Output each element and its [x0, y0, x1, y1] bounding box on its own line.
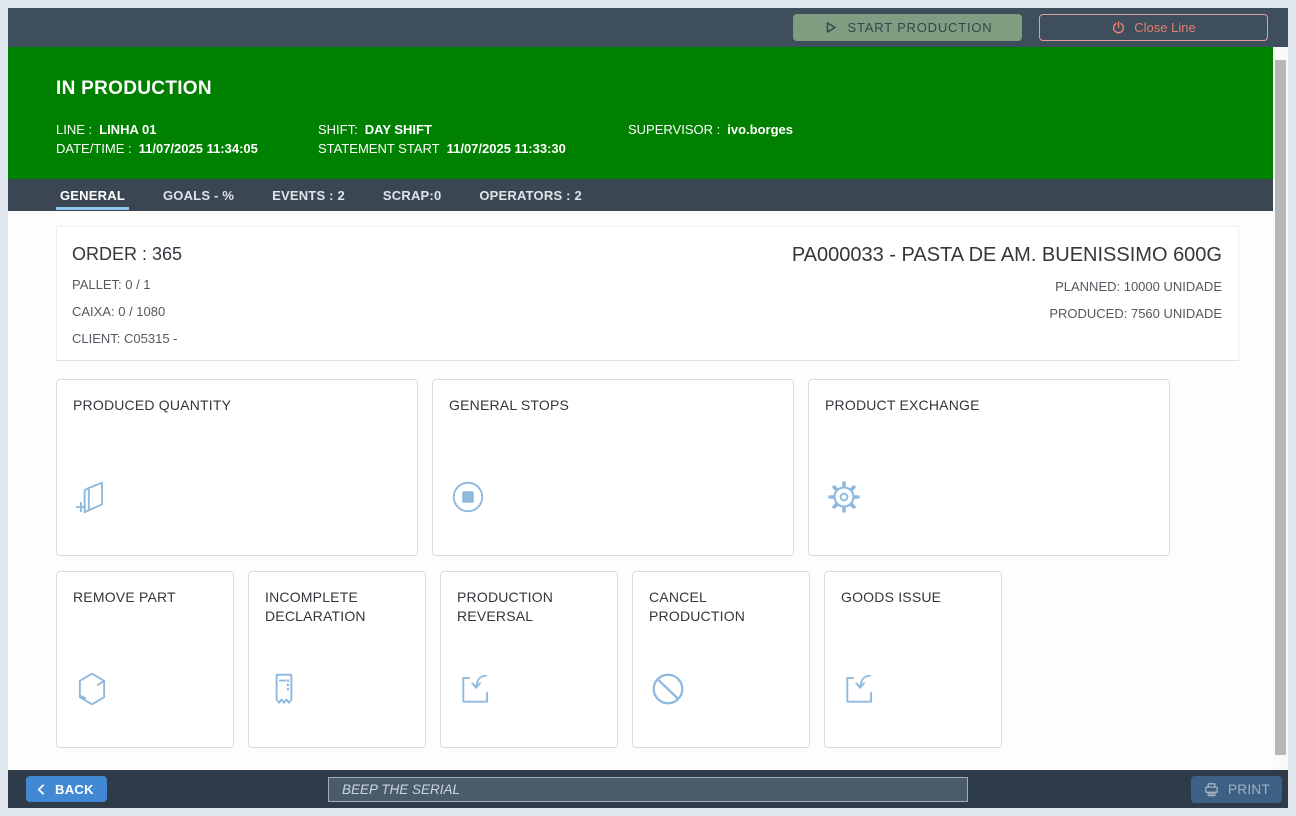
incomplete-declaration-tile[interactable]: INCOMPLETE DECLARATION	[248, 571, 426, 748]
power-icon	[1111, 20, 1126, 35]
tab-general[interactable]: GENERAL	[56, 179, 129, 211]
status-banner: IN PRODUCTION LINE :LINHA 01 DATE/TIME :…	[8, 47, 1273, 179]
line-info: LINE :LINHA 01	[56, 121, 318, 140]
close-line-button[interactable]: Close Line	[1039, 14, 1268, 41]
supervisor-info: SUPERVISOR :ivo.borges	[628, 121, 1253, 140]
print-button[interactable]: PRINT	[1191, 776, 1282, 803]
product-title: PA000033 - PASTA DE AM. BUENISSIMO 600G	[792, 244, 1222, 267]
back-button[interactable]: BACK	[26, 776, 107, 802]
order-number: ORDER : 365	[72, 244, 182, 265]
tab-bar: GENERAL GOALS - % EVENTS : 2 SCRAP:0 OPE…	[8, 179, 1273, 211]
production-info: LINE :LINHA 01 DATE/TIME :11/07/2025 11:…	[56, 121, 1253, 158]
primary-action-tiles: PRODUCED QUANTITY GENERAL STOPS	[56, 379, 1239, 556]
vertical-scrollbar	[1273, 47, 1288, 770]
production-reversal-tile[interactable]: PRODUCTION REVERSAL	[440, 571, 618, 748]
start-production-button[interactable]: START PRODUCTION	[793, 14, 1022, 41]
print-label: PRINT	[1228, 782, 1270, 797]
tab-scrap[interactable]: SCRAP:0	[379, 179, 445, 211]
shift-info: SHIFT:DAY SHIFT	[318, 121, 628, 140]
datetime-info: DATE/TIME :11/07/2025 11:34:05	[56, 140, 318, 159]
tab-goals[interactable]: GOALS - %	[159, 179, 238, 211]
production-status-title: IN PRODUCTION	[56, 78, 1253, 100]
produced-quantity-tile[interactable]: PRODUCED QUANTITY	[56, 379, 418, 556]
gear-icon	[825, 478, 863, 516]
secondary-action-tiles: REMOVE PART INCOMPLETE DECLARATION	[56, 571, 1239, 748]
client-code: CLIENT: C05315 -	[72, 331, 182, 346]
back-label: BACK	[55, 782, 94, 797]
printer-icon	[1203, 781, 1220, 798]
produced-quantity-value: PRODUCED: 7560 UNIDADE	[792, 306, 1222, 321]
top-bar: START PRODUCTION Close Line	[8, 8, 1288, 47]
box-arrow-in-icon	[457, 670, 495, 708]
bottom-bar: BACK PRINT	[8, 770, 1288, 808]
serial-scan-input[interactable]	[328, 777, 968, 802]
tab-events[interactable]: EVENTS : 2	[268, 179, 349, 211]
statement-start-info: STATEMENT START11/07/2025 11:33:30	[318, 140, 628, 159]
box-arrow-in-icon	[841, 670, 879, 708]
general-stops-tile[interactable]: GENERAL STOPS	[432, 379, 794, 556]
planned-quantity: PLANNED: 10000 UNIDADE	[792, 279, 1222, 294]
order-right: PA000033 - PASTA DE AM. BUENISSIMO 600G …	[792, 244, 1222, 360]
goods-issue-tile[interactable]: GOODS ISSUE	[824, 571, 1002, 748]
order-panel: ORDER : 365 PALLET: 0 / 1 CAIXA: 0 / 108…	[56, 226, 1239, 361]
tab-operators[interactable]: OPERATORS : 2	[475, 179, 586, 211]
play-icon	[823, 20, 838, 35]
remove-part-tile[interactable]: REMOVE PART	[56, 571, 234, 748]
cancel-production-tile[interactable]: CANCEL PRODUCTION	[632, 571, 810, 748]
caixa-count: CAIXA: 0 / 1080	[72, 304, 182, 319]
receipt-icon	[265, 670, 303, 708]
main-content: ORDER : 365 PALLET: 0 / 1 CAIXA: 0 / 108…	[8, 211, 1273, 770]
cancel-icon	[649, 670, 687, 708]
scrollbar-thumb[interactable]	[1275, 60, 1286, 755]
chevron-left-icon	[35, 783, 48, 796]
pallet-count: PALLET: 0 / 1	[72, 277, 182, 292]
product-box-icon	[73, 670, 111, 708]
close-line-label: Close Line	[1134, 20, 1195, 35]
app-window: START PRODUCTION Close Line IN PRODUCTIO…	[8, 8, 1288, 808]
stop-icon	[449, 478, 487, 516]
add-product-icon	[73, 478, 111, 516]
product-exchange-tile[interactable]: PRODUCT EXCHANGE	[808, 379, 1170, 556]
order-left: ORDER : 365 PALLET: 0 / 1 CAIXA: 0 / 108…	[72, 244, 182, 360]
start-production-label: START PRODUCTION	[848, 20, 993, 35]
